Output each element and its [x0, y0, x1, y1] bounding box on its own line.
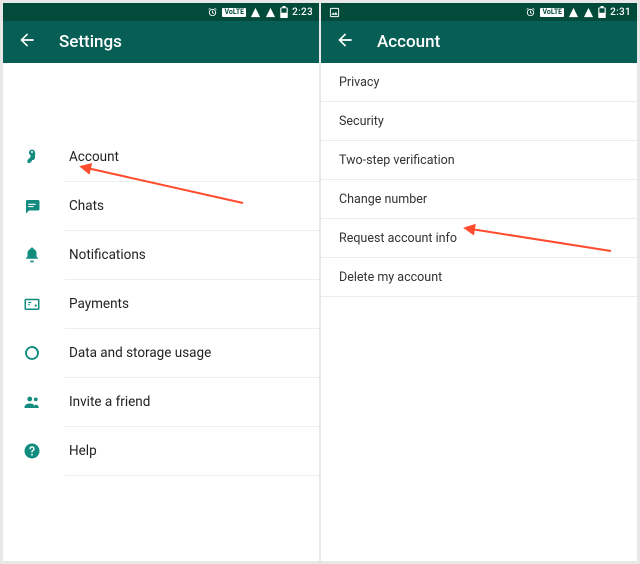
settings-item-account[interactable]: Account [3, 133, 319, 181]
settings-item-label: Payments [69, 296, 129, 312]
key-icon [21, 148, 43, 166]
alarm-icon [207, 7, 218, 18]
phone-left: VoLTE 2:23 Settings Account Chats [3, 3, 319, 561]
settings-item-data-storage[interactable]: Data and storage usage [3, 329, 319, 377]
help-icon [21, 442, 43, 460]
volte-badge: VoLTE [222, 8, 246, 17]
alarm-icon [525, 7, 536, 18]
settings-item-payments[interactable]: Payments [3, 280, 319, 328]
list-item-label: Privacy [339, 75, 379, 90]
settings-item-label: Chats [69, 198, 104, 214]
settings-item-label: Invite a friend [69, 394, 150, 410]
list-item-label: Delete my account [339, 270, 442, 285]
page-title: Settings [59, 32, 122, 52]
settings-list: Account Chats Notifications Payments [3, 63, 319, 561]
account-item-security[interactable]: Security [321, 102, 637, 140]
settings-item-invite[interactable]: Invite a friend [3, 378, 319, 426]
volte-badge: VoLTE [540, 8, 564, 17]
clock-text: 2:31 [610, 7, 631, 18]
settings-item-help[interactable]: Help [3, 427, 319, 475]
back-icon[interactable] [335, 30, 355, 54]
battery-icon [280, 6, 288, 18]
list-item-label: Change number [339, 192, 427, 207]
back-icon[interactable] [17, 30, 37, 54]
chat-icon [21, 197, 43, 215]
settings-item-label: Data and storage usage [69, 345, 211, 361]
account-item-two-step[interactable]: Two-step verification [321, 141, 637, 179]
settings-item-chats[interactable]: Chats [3, 182, 319, 230]
app-bar: Settings [3, 21, 319, 63]
settings-item-label: Notifications [69, 247, 146, 263]
picture-icon [329, 7, 340, 18]
account-list: Privacy Security Two-step verification C… [321, 63, 637, 561]
settings-item-label: Help [69, 443, 97, 459]
data-icon [21, 344, 43, 362]
signal-icon [250, 7, 261, 18]
status-bar: VoLTE 2:23 [3, 3, 319, 21]
people-icon [21, 393, 43, 411]
account-item-privacy[interactable]: Privacy [321, 63, 637, 101]
list-item-label: Two-step verification [339, 153, 455, 168]
signal-icon-2 [265, 7, 276, 18]
signal-icon-2 [583, 7, 594, 18]
list-item-label: Request account info [339, 231, 457, 246]
profile-spacer [3, 63, 319, 133]
payment-icon [21, 295, 43, 313]
account-item-request-info[interactable]: Request account info [321, 219, 637, 257]
settings-item-notifications[interactable]: Notifications [3, 231, 319, 279]
clock-text: 2:23 [292, 7, 313, 18]
settings-item-label: Account [69, 149, 119, 165]
list-item-label: Security [339, 114, 384, 129]
status-bar: VoLTE 2:31 [321, 3, 637, 21]
battery-icon [598, 6, 606, 18]
bell-icon [21, 246, 43, 264]
account-item-change-number[interactable]: Change number [321, 180, 637, 218]
signal-icon [568, 7, 579, 18]
app-bar: Account [321, 21, 637, 63]
phone-right: VoLTE 2:31 Account Privacy Security Two-… [321, 3, 637, 561]
page-title: Account [377, 32, 440, 52]
account-item-delete[interactable]: Delete my account [321, 258, 637, 296]
